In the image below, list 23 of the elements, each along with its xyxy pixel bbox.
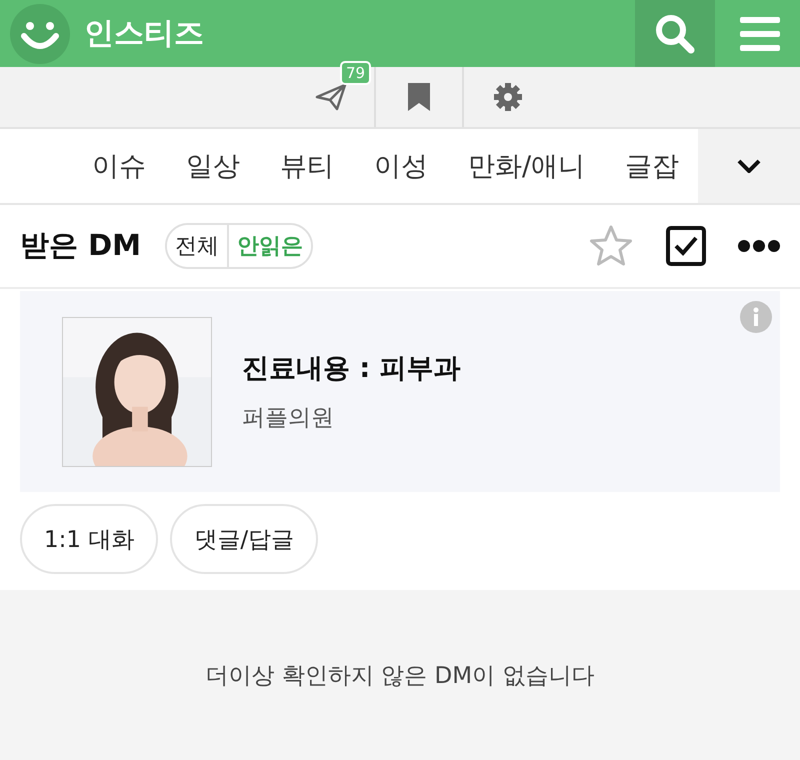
- paper-plane-icon[interactable]: [315, 83, 347, 111]
- category-tab[interactable]: 뷰티: [280, 148, 334, 184]
- category-tab[interactable]: 이성: [374, 148, 428, 184]
- category-tab[interactable]: 일상: [186, 148, 240, 184]
- more-button[interactable]: [738, 240, 780, 252]
- gear-icon[interactable]: [494, 83, 522, 111]
- bookmark-icon[interactable]: [408, 83, 430, 111]
- checkbox-button[interactable]: [666, 226, 706, 266]
- category-tab[interactable]: 만화/애니: [468, 148, 586, 184]
- smiley-logo-icon: [10, 4, 70, 64]
- notification-badge: 79: [340, 61, 372, 85]
- chevron-down-icon[interactable]: [737, 159, 761, 173]
- filter-button[interactable]: 1:1 대화: [20, 504, 158, 574]
- search-button[interactable]: [635, 0, 715, 67]
- ad-card[interactable]: 진료내용 : 피부과 퍼플의원: [20, 291, 780, 492]
- star-button[interactable]: [588, 224, 634, 268]
- category-tab[interactable]: 글잡: [625, 148, 680, 184]
- ad-title: 진료내용 : 피부과: [242, 352, 461, 386]
- filter-button[interactable]: 댓글/답글: [170, 504, 318, 574]
- category-tab[interactable]: 이슈: [92, 148, 146, 184]
- ad-subtitle: 퍼플의원: [242, 404, 335, 433]
- page-title: 받은 DM: [20, 227, 142, 264]
- empty-message: 더이상 확인하지 않은 DM이 없습니다: [206, 662, 594, 690]
